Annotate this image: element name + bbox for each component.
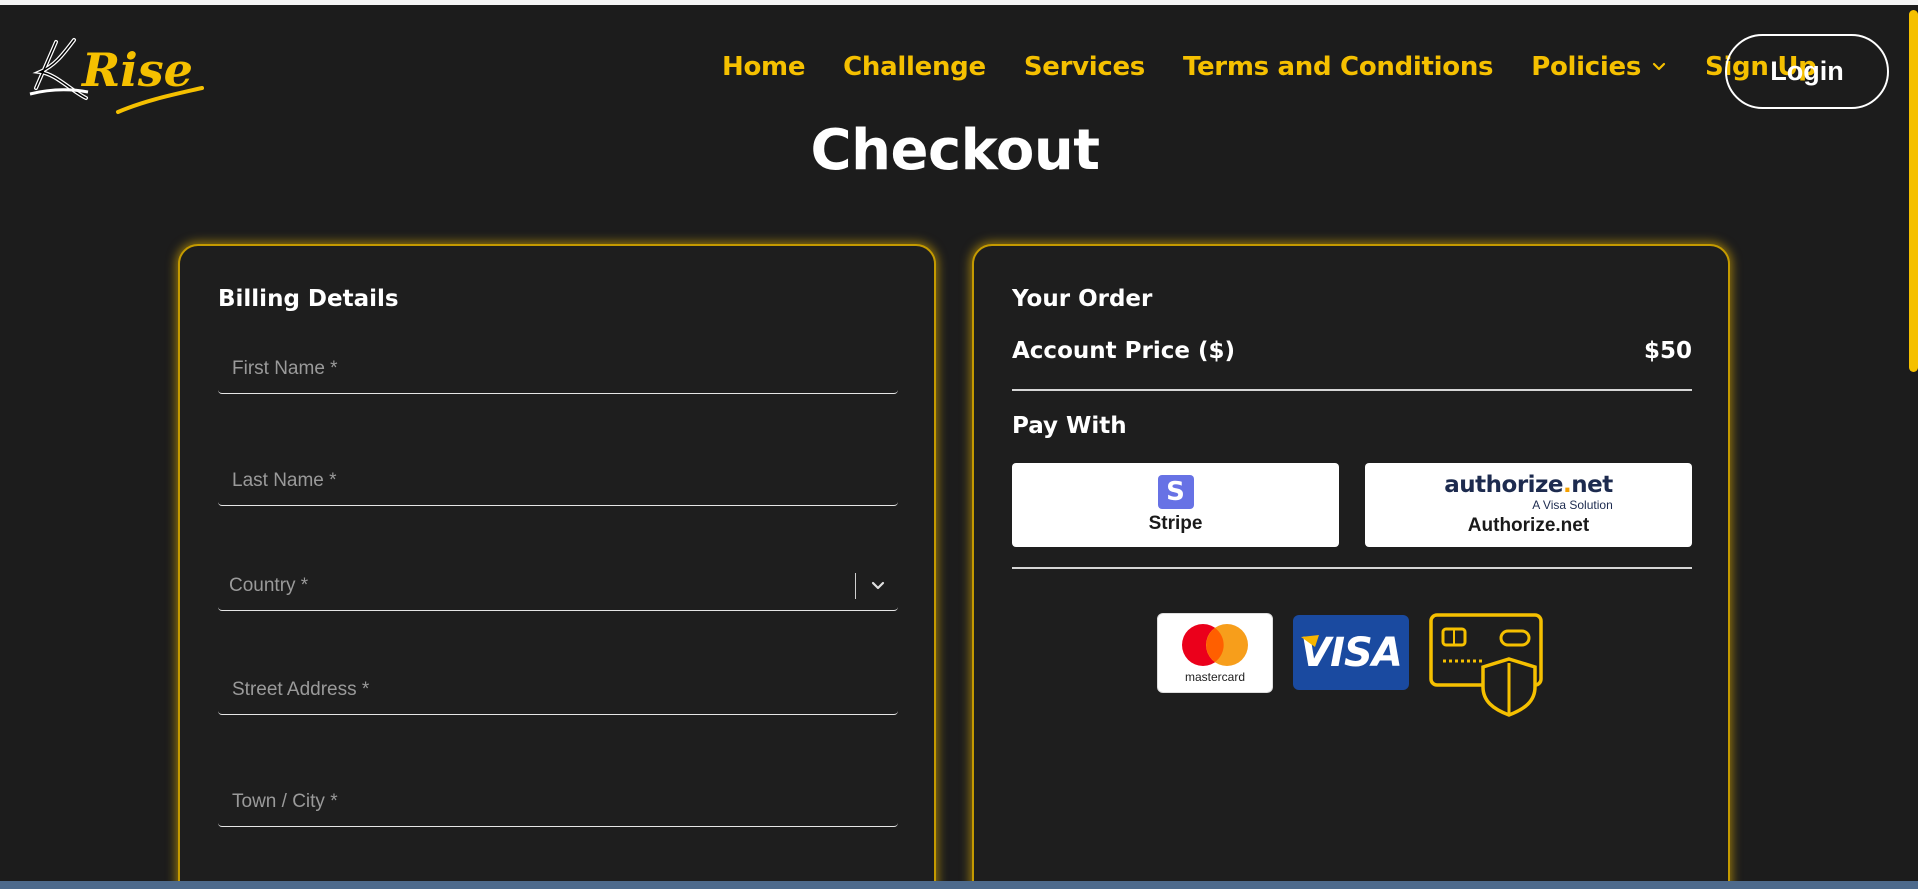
- visa-badge: VISA: [1293, 615, 1409, 690]
- first-name-input[interactable]: [218, 357, 898, 380]
- billing-details-card: Billing Details Country *: [178, 244, 936, 889]
- mastercard-badge: mastercard: [1157, 613, 1273, 693]
- authorize-net-wordmark: authorize.net: [1444, 471, 1613, 498]
- authorize-net-logo: authorize.net A Visa Solution: [1444, 471, 1613, 512]
- accepted-cards: mastercard VISA: [1157, 613, 1545, 717]
- payment-divider: [1012, 567, 1692, 569]
- scrollbar-thumb[interactable]: [1909, 10, 1918, 372]
- street-address-field: [218, 665, 898, 715]
- authorize-net-tld: net: [1571, 471, 1613, 498]
- mastercard-text: mastercard: [1184, 670, 1246, 684]
- last-name-field: [218, 456, 898, 506]
- nav-services[interactable]: Services: [1024, 52, 1145, 82]
- first-name-field: [218, 344, 898, 394]
- nav-challenge[interactable]: Challenge: [843, 52, 986, 82]
- authorize-net-payment-button[interactable]: authorize.net A Visa Solution Authorize.…: [1365, 463, 1692, 547]
- order-card: Your Order Account Price ($) $50 Pay Wit…: [972, 244, 1730, 889]
- street-address-input[interactable]: [218, 678, 898, 701]
- nav-home-label: Home: [722, 52, 806, 82]
- country-select-placeholder: Country *: [229, 574, 309, 596]
- nav-terms[interactable]: Terms and Conditions: [1182, 52, 1494, 82]
- stripe-payment-button[interactable]: S Stripe: [1012, 463, 1339, 547]
- price-divider: [1012, 389, 1692, 391]
- stripe-label: Stripe: [1148, 513, 1203, 534]
- nav-challenge-label: Challenge: [843, 52, 986, 82]
- secure-card-shield-icon: [1429, 613, 1543, 717]
- site-logo[interactable]: Rise: [26, 28, 206, 116]
- visa-flag-icon: [1301, 635, 1319, 647]
- billing-details-heading: Billing Details: [218, 286, 399, 312]
- main-nav: Home Challenge Services Terms and Condit…: [722, 52, 1854, 82]
- account-price-label: Account Price ($): [1012, 338, 1235, 364]
- nav-services-label: Services: [1023, 52, 1145, 82]
- account-price-row: Account Price ($) $50: [1012, 338, 1692, 364]
- stripe-icon: S: [1157, 475, 1194, 509]
- town-city-input[interactable]: [218, 790, 898, 813]
- country-select[interactable]: Country *: [218, 561, 898, 611]
- page-title: Checkout: [810, 118, 1101, 183]
- chevron-down-icon: [1652, 62, 1666, 71]
- authorize-net-label: Authorize.net: [1467, 514, 1590, 536]
- krise-logo-icon: Rise: [29, 38, 204, 114]
- account-price-value: $50: [1643, 338, 1692, 364]
- town-city-field: [218, 777, 898, 827]
- chevron-down-icon[interactable]: [870, 578, 886, 594]
- nav-policies-dropdown[interactable]: Policies: [1531, 52, 1667, 82]
- mastercard-icon: [1182, 624, 1248, 666]
- svg-text:Rise: Rise: [80, 43, 193, 97]
- nav-terms-label: Terms and Conditions: [1182, 52, 1494, 82]
- pay-with-heading: Pay With: [1012, 413, 1127, 439]
- your-order-heading: Your Order: [1012, 286, 1153, 312]
- nav-policies-label: Policies: [1531, 52, 1642, 82]
- nav-home[interactable]: Home: [722, 52, 805, 82]
- authorize-net-tagline: A Visa Solution: [1532, 497, 1613, 512]
- authorize-net-word: authorize: [1444, 471, 1564, 498]
- last-name-input[interactable]: [218, 469, 898, 492]
- select-separator: [854, 573, 856, 599]
- browser-top-strip: [0, 0, 1918, 5]
- login-button[interactable]: Login: [1725, 34, 1889, 109]
- taskbar-strip: [0, 881, 1918, 889]
